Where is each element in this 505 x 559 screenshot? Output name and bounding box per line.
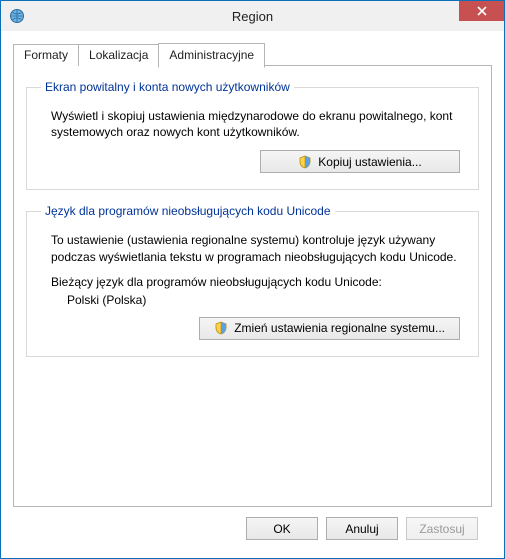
window-title: Region	[1, 9, 504, 24]
group-non-unicode-language: Język dla programów nieobsługujących kod…	[26, 204, 479, 356]
dialog-footer: OK Anuluj Zastosuj	[13, 507, 492, 554]
tab-administracyjne[interactable]: Administracyjne	[158, 43, 265, 68]
group-legend: Ekran powitalny i konta nowych użytkowni…	[41, 80, 294, 94]
shield-icon	[298, 155, 312, 169]
cancel-button[interactable]: Anuluj	[326, 517, 398, 540]
button-label: Zmień ustawienia regionalne systemu...	[234, 321, 445, 335]
button-label: Kopiuj ustawienia...	[318, 155, 421, 169]
tab-label: Lokalizacja	[89, 48, 148, 62]
change-system-locale-button[interactable]: Zmień ustawienia regionalne systemu...	[199, 317, 460, 340]
group-legend: Język dla programów nieobsługujących kod…	[41, 204, 335, 218]
tab-lokalizacja[interactable]: Lokalizacja	[78, 44, 159, 66]
shield-icon	[214, 321, 228, 335]
copy-settings-button[interactable]: Kopiuj ustawienia...	[260, 150, 460, 173]
tab-page-administracyjne: Ekran powitalny i konta nowych użytkowni…	[13, 65, 492, 507]
close-icon	[477, 6, 487, 16]
tab-formaty[interactable]: Formaty	[13, 44, 79, 66]
tab-label: Administracyjne	[169, 48, 254, 62]
current-language-label: Bieżący język dla programów nieobsługują…	[51, 275, 464, 289]
close-button[interactable]	[459, 1, 504, 21]
titlebar: Region	[1, 1, 504, 31]
region-window: Region Formaty Lokalizacja Administracyj…	[0, 0, 505, 559]
group-description: To ustawienie (ustawienia regionalne sys…	[51, 232, 464, 264]
ok-button[interactable]: OK	[246, 517, 318, 540]
button-row: Zmień ustawienia regionalne systemu...	[41, 317, 460, 340]
apply-button: Zastosuj	[406, 517, 478, 540]
group-description: Wyświetl i skopiuj ustawienia międzynaro…	[51, 108, 464, 140]
tab-label: Formaty	[24, 48, 68, 62]
window-body: Formaty Lokalizacja Administracyjne Ekra…	[1, 31, 504, 558]
button-row: Kopiuj ustawienia...	[41, 150, 460, 173]
group-welcome-screen: Ekran powitalny i konta nowych użytkowni…	[26, 80, 479, 190]
tab-strip: Formaty Lokalizacja Administracyjne	[13, 41, 492, 65]
globe-icon	[9, 8, 25, 24]
current-language-value: Polski (Polska)	[67, 293, 464, 307]
